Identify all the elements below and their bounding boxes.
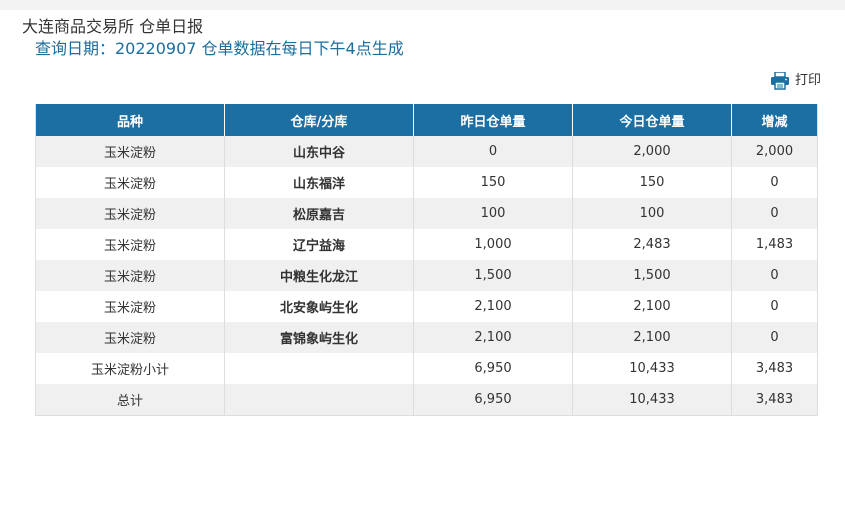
cell-variety: 玉米淀粉 [35,260,225,291]
cell-warehouse: 山东福洋 [224,167,414,198]
cell-today: 2,000 [572,136,732,167]
cell-today: 10,433 [572,384,732,416]
table-row: 玉米淀粉 山东福洋 150 150 0 [35,167,818,198]
cell-today: 2,483 [572,229,732,260]
table-row: 玉米淀粉 松原嘉吉 100 100 0 [35,198,818,229]
cell-warehouse [224,384,414,416]
column-header-warehouse: 仓库/分库 [224,104,414,136]
top-bar [0,0,845,10]
cell-change: 0 [731,260,818,291]
column-header-change: 增减 [731,104,818,136]
cell-yesterday: 2,100 [413,322,573,353]
cell-change: 0 [731,167,818,198]
cell-yesterday: 2,100 [413,291,573,322]
cell-warehouse: 山东中谷 [224,136,414,167]
cell-variety: 玉米淀粉 [35,167,225,198]
cell-change: 0 [731,291,818,322]
cell-warehouse: 中粮生化龙江 [224,260,414,291]
cell-warehouse: 辽宁益海 [224,229,414,260]
cell-variety: 玉米淀粉 [35,136,225,167]
cell-change: 1,483 [731,229,818,260]
cell-change: 3,483 [731,353,818,384]
subtotal-row: 玉米淀粉小计 6,950 10,433 3,483 [35,353,818,384]
cell-today: 2,100 [572,322,732,353]
column-header-today: 今日仓单量 [572,104,732,136]
cell-variety: 玉米淀粉 [35,291,225,322]
cell-yesterday: 150 [413,167,573,198]
cell-yesterday: 0 [413,136,573,167]
cell-variety: 玉米淀粉 [35,198,225,229]
cell-today: 2,100 [572,291,732,322]
total-row: 总计 6,950 10,433 3,483 [35,384,818,416]
table-row: 玉米淀粉 北安象屿生化 2,100 2,100 0 [35,291,818,322]
cell-warehouse: 松原嘉吉 [224,198,414,229]
print-label: 打印 [795,73,822,88]
table-row: 玉米淀粉 富锦象屿生化 2,100 2,100 0 [35,322,818,353]
warehouse-receipt-table: 品种 仓库/分库 昨日仓单量 今日仓单量 增减 玉米淀粉 山东中谷 0 2,00… [35,104,818,416]
cell-yesterday: 100 [413,198,573,229]
table-row: 玉米淀粉 辽宁益海 1,000 2,483 1,483 [35,229,818,260]
column-header-variety: 品种 [35,104,225,136]
cell-variety: 玉米淀粉小计 [35,353,225,384]
cell-today: 10,433 [572,353,732,384]
cell-yesterday: 1,000 [413,229,573,260]
cell-change: 0 [731,198,818,229]
cell-yesterday: 6,950 [413,353,573,384]
cell-yesterday: 1,500 [413,260,573,291]
cell-warehouse [224,353,414,384]
print-button[interactable]: 打印 [770,72,821,90]
table-row: 玉米淀粉 山东中谷 0 2,000 2,000 [35,136,818,167]
cell-today: 100 [572,198,732,229]
table-row: 玉米淀粉 中粮生化龙江 1,500 1,500 0 [35,260,818,291]
cell-change: 3,483 [731,384,818,416]
cell-warehouse: 北安象屿生化 [224,291,414,322]
column-header-yesterday: 昨日仓单量 [413,104,573,136]
cell-variety: 玉米淀粉 [35,322,225,353]
cell-change: 2,000 [731,136,818,167]
cell-variety: 玉米淀粉 [35,229,225,260]
cell-today: 1,500 [572,260,732,291]
cell-change: 0 [731,322,818,353]
cell-today: 150 [572,167,732,198]
printer-icon [770,72,790,90]
cell-yesterday: 6,950 [413,384,573,416]
cell-warehouse: 富锦象屿生化 [224,322,414,353]
page-title: 大连商品交易所 仓单日报 [22,17,204,36]
query-date-subtitle: 查询日期：20220907 仓单数据在每日下午4点生成 [35,39,404,58]
table-header-row: 品种 仓库/分库 昨日仓单量 今日仓单量 增减 [35,104,818,136]
cell-variety: 总计 [35,384,225,416]
